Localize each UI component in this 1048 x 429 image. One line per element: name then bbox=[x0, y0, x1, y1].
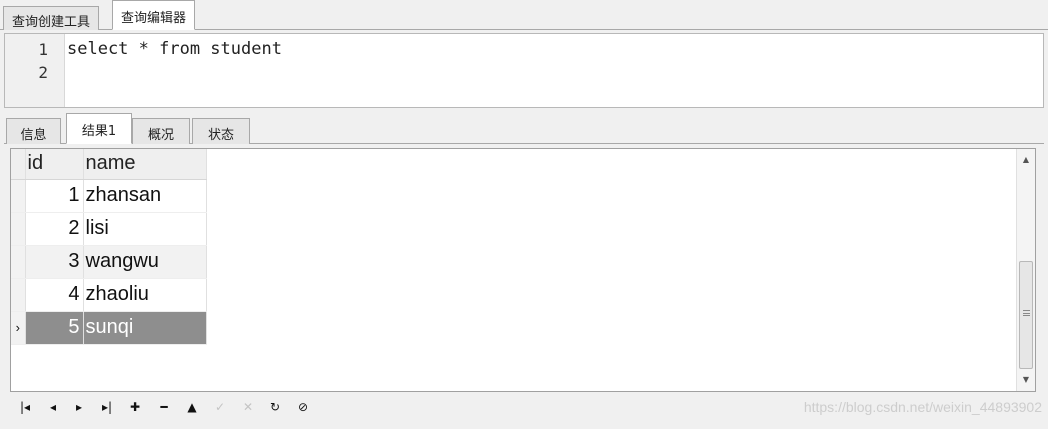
table-row[interactable]: 4 zhaoliu bbox=[11, 278, 207, 312]
tab-query-builder[interactable]: 查询创建工具 bbox=[3, 6, 100, 30]
table-row[interactable]: 2 lisi bbox=[11, 212, 207, 246]
watermark: https://blog.csdn.net/weixin_44893902 bbox=[803, 399, 1042, 415]
header-row: id name bbox=[11, 149, 207, 180]
add-record-icon[interactable]: ✚ bbox=[126, 398, 144, 416]
result-tab-bar: 信息 结果1 概况 状态 bbox=[4, 112, 1044, 144]
cell-id[interactable]: 1 bbox=[25, 179, 84, 213]
line-number: 1 bbox=[38, 40, 48, 59]
tab-overview[interactable]: 概况 bbox=[132, 118, 190, 144]
table-row-selected[interactable]: › 5 sunqi bbox=[11, 311, 207, 345]
row-indicator[interactable] bbox=[11, 245, 26, 279]
tab-query-editor[interactable]: 查询编辑器 bbox=[112, 0, 196, 30]
scroll-thumb[interactable] bbox=[1019, 261, 1033, 369]
result-grid[interactable]: id name 1 zhansan 2 lisi 3 wangwu 4 zhao… bbox=[10, 148, 1036, 392]
table-row[interactable]: 3 wangwu bbox=[11, 245, 207, 279]
last-record-icon[interactable]: ▸| bbox=[98, 398, 116, 416]
apply-icon[interactable]: ✓ bbox=[211, 398, 229, 416]
cell-name[interactable]: zhaoliu bbox=[83, 278, 207, 312]
table-row[interactable]: 1 zhansan bbox=[11, 179, 207, 213]
prev-record-icon[interactable]: ◂ bbox=[44, 398, 62, 416]
current-row-arrow-icon[interactable]: › bbox=[11, 311, 26, 345]
row-indicator-header bbox=[11, 149, 26, 180]
edit-up-icon[interactable]: ▲ bbox=[183, 398, 201, 416]
delete-record-icon[interactable]: ━ bbox=[155, 398, 173, 416]
cell-name[interactable]: zhansan bbox=[83, 179, 207, 213]
scroll-up-icon[interactable]: ▲ bbox=[1017, 151, 1035, 169]
tab-status[interactable]: 状态 bbox=[192, 118, 250, 144]
cancel-icon[interactable]: ✕ bbox=[239, 398, 257, 416]
row-indicator[interactable] bbox=[11, 278, 26, 312]
column-header-name[interactable]: name bbox=[83, 149, 207, 180]
cell-id[interactable]: 4 bbox=[25, 278, 84, 312]
result-table: id name 1 zhansan 2 lisi 3 wangwu 4 zhao… bbox=[11, 149, 207, 345]
tab-info[interactable]: 信息 bbox=[6, 118, 61, 144]
cell-name[interactable]: wangwu bbox=[83, 245, 207, 279]
code-line[interactable]: select * from student bbox=[67, 39, 282, 59]
line-number: 2 bbox=[38, 63, 48, 82]
tab-result-1[interactable]: 结果1 bbox=[66, 113, 132, 144]
grip-icon bbox=[1023, 310, 1030, 316]
row-indicator[interactable] bbox=[11, 212, 26, 246]
vertical-scrollbar[interactable]: ▲ ▼ bbox=[1016, 149, 1035, 391]
stop-icon[interactable]: ⊘ bbox=[294, 398, 312, 416]
scroll-down-icon[interactable]: ▼ bbox=[1017, 371, 1035, 389]
cell-name[interactable]: lisi bbox=[83, 212, 207, 246]
row-indicator[interactable] bbox=[11, 179, 26, 213]
first-record-icon[interactable]: |◂ bbox=[16, 398, 34, 416]
cell-id[interactable]: 2 bbox=[25, 212, 84, 246]
column-header-id[interactable]: id bbox=[25, 149, 84, 180]
cell-name[interactable]: sunqi bbox=[83, 311, 207, 345]
cell-id[interactable]: 3 bbox=[25, 245, 84, 279]
line-number-gutter: 1 2 bbox=[5, 34, 65, 107]
cell-id[interactable]: 5 bbox=[25, 311, 84, 345]
refresh-icon[interactable]: ↻ bbox=[266, 398, 284, 416]
sql-editor[interactable]: 1 2 select * from student bbox=[4, 33, 1044, 108]
next-record-icon[interactable]: ▸ bbox=[70, 398, 88, 416]
query-tab-bar: 查询创建工具 查询编辑器 bbox=[0, 0, 1048, 30]
